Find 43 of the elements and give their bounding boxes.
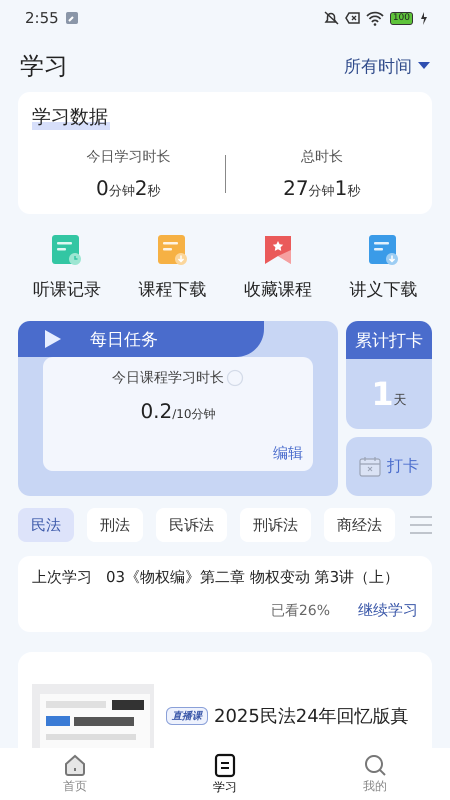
stat-value: 27分钟1秒 <box>283 176 360 200</box>
stat-value: 0分钟2秒 <box>96 176 160 200</box>
shortcut-button[interactable]: 课程下载 <box>120 234 225 301</box>
wifi-icon <box>366 10 384 26</box>
subject-tab[interactable]: 民法 <box>18 508 74 542</box>
edit-link[interactable]: 编辑 <box>273 444 303 463</box>
course-title: 2025民法24年回忆版真 <box>214 705 409 728</box>
task-title: 每日任务 <box>90 328 158 350</box>
document-icon <box>213 752 237 778</box>
page-title: 学习 <box>20 51 68 82</box>
subject-tab[interactable]: 刑诉法 <box>240 508 311 542</box>
calendar-icon <box>359 456 381 477</box>
document-download-icon <box>156 234 188 266</box>
menu-icon[interactable] <box>410 515 432 535</box>
sim-icon <box>344 10 360 26</box>
subject-tab[interactable]: 刑法 <box>87 508 143 542</box>
task-label: 今日课程学习时长 <box>112 369 224 387</box>
shortcut-button[interactable]: 听课记录 <box>14 234 120 301</box>
subject-tab[interactable]: 商经法 <box>324 508 395 542</box>
document-download-icon <box>368 234 399 266</box>
shortcut-button[interactable]: 收藏课程 <box>225 234 330 301</box>
document-clock-icon <box>51 234 82 266</box>
live-badge: 直播课 <box>166 707 208 725</box>
bookmark-star-icon <box>262 234 293 266</box>
home-icon <box>63 753 87 777</box>
subject-tab[interactable]: 民诉法 <box>156 508 227 542</box>
stat-label: 今日学习时长 <box>86 148 170 166</box>
shortcut-button[interactable]: 讲义下载 <box>330 234 436 301</box>
checkin-title: 累计打卡 <box>346 321 432 359</box>
nav-tab[interactable]: 我的 <box>300 748 450 800</box>
last-study-label: 上次学习 <box>32 568 92 587</box>
time-filter-dropdown[interactable]: 所有时间 <box>344 54 430 78</box>
charging-icon <box>419 10 428 26</box>
lesson-title: 03《物权编》第二章 物权变动 第3讲（上） <box>106 568 400 587</box>
continue-link[interactable]: 继续学习 <box>358 601 418 620</box>
nav-tab[interactable]: 首页 <box>0 748 150 800</box>
battery-level: 100 <box>390 12 413 24</box>
status-time: 2:55 <box>25 9 59 27</box>
play-icon <box>44 329 62 349</box>
stat-label: 总时长 <box>300 148 343 166</box>
caret-icon <box>418 62 430 70</box>
muted-bell-icon <box>322 10 339 26</box>
nav-tab[interactable]: 学习 <box>150 748 300 800</box>
